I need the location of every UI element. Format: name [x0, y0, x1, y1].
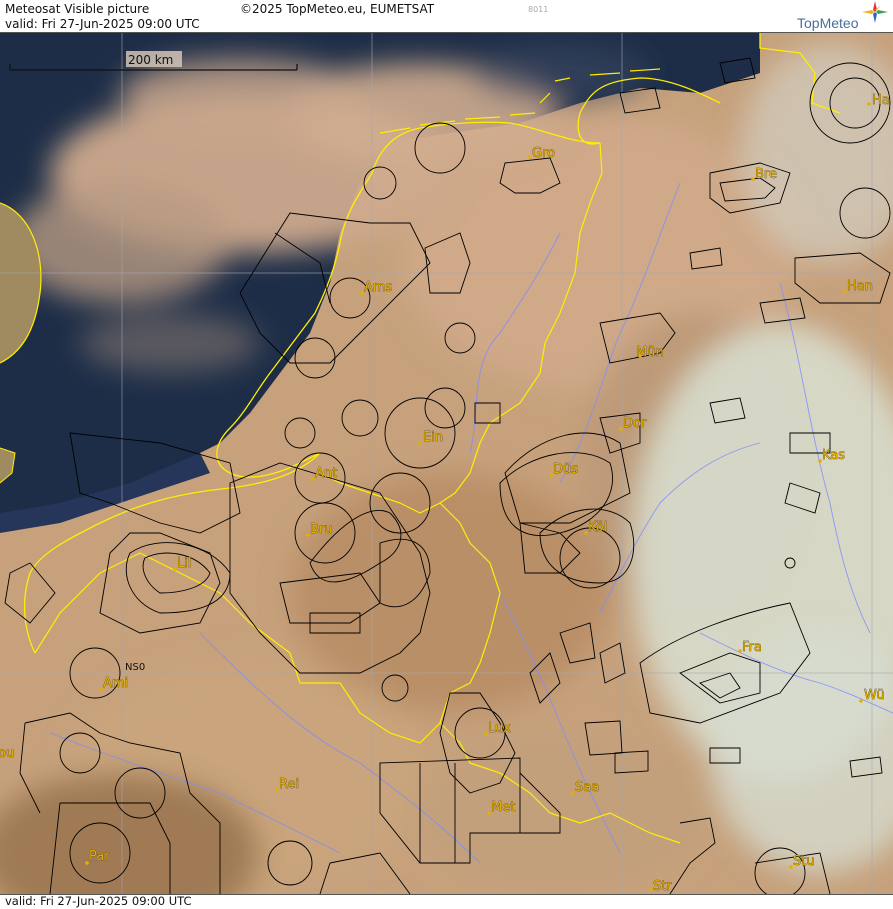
city-label-ami: Ami	[103, 676, 128, 691]
city-label-dus: Düs	[553, 462, 578, 477]
city-label-lil: Lil	[177, 556, 191, 571]
image-code: 8011	[528, 5, 549, 14]
scale-label: 200 km	[128, 53, 173, 67]
city-label-kas: Kas	[822, 448, 845, 463]
header-bar: Meteosat Visible picture ©2025 TopMeteo.…	[0, 0, 893, 33]
city-dot	[867, 102, 871, 106]
city-dot	[859, 699, 863, 703]
city-dot	[418, 441, 422, 445]
city-label-par: Par	[89, 849, 110, 864]
valid-time: valid: Fri 27-Jun-2025 09:00 UTC	[5, 17, 200, 31]
city-label-met: Met	[491, 800, 515, 815]
city-label-wu: Wü	[864, 688, 885, 703]
city-label-ou: ou	[0, 746, 14, 761]
city-label-ant: Ant	[315, 466, 337, 481]
brand-logo: TopMeteo	[797, 15, 859, 31]
city-label-mun: Mün	[636, 345, 664, 360]
product-title: Meteosat Visible picture	[5, 2, 150, 16]
copyright: ©2025 TopMeteo.eu, EUMETSAT	[240, 2, 435, 16]
footer-valid-time: valid: Fri 27-Jun-2025 09:00 UTC	[5, 894, 192, 908]
city-label-bru: Bru	[310, 522, 333, 537]
city-label-rei: Rei	[279, 777, 299, 792]
city-label-stu: Stu	[793, 854, 815, 869]
city-label-bre: Bre	[755, 167, 777, 182]
satellite-map: 200 km Gro Bre Ha Ams Han Mün Ein Dor An…	[0, 33, 893, 894]
footer-bar: valid: Fri 27-Jun-2025 09:00 UTC	[0, 894, 893, 909]
map-frame: Meteosat Visible picture ©2025 TopMeteo.…	[0, 0, 893, 909]
city-label-saa: Saa	[575, 780, 599, 795]
city-label-fra: Fra	[742, 640, 762, 655]
city-label-ein: Ein	[423, 430, 443, 445]
city-label-han: Han	[847, 279, 873, 294]
waypoint-label-ns0: NS0	[125, 662, 145, 673]
city-label-lux: Lux	[488, 721, 511, 736]
city-label-str: Str	[653, 879, 672, 894]
city-label-ha: Ha	[872, 93, 890, 108]
city-label-kol: Köl	[588, 520, 607, 535]
city-label-dor: Dor	[623, 416, 647, 431]
compass-logo-icon	[862, 1, 888, 23]
city-label-gro: Gro	[532, 146, 555, 161]
city-label-ams: Ams	[364, 280, 393, 295]
